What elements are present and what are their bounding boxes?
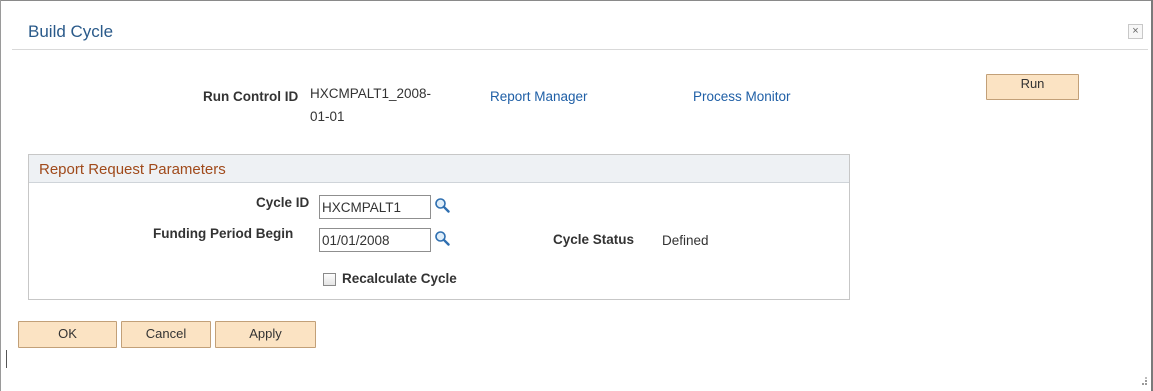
report-manager-link[interactable]: Report Manager xyxy=(490,89,588,104)
apply-button[interactable]: Apply xyxy=(215,321,316,348)
funding-period-begin-input[interactable] xyxy=(319,228,431,252)
recalculate-cycle-label: Recalculate Cycle xyxy=(342,271,457,286)
cancel-button[interactable]: Cancel xyxy=(121,321,211,348)
run-button[interactable]: Run xyxy=(986,74,1079,100)
funding-period-begin-label: Funding Period Begin xyxy=(153,226,294,241)
window-frame-top xyxy=(0,0,1153,1)
window-frame-marker xyxy=(6,350,7,368)
group-header: Report Request Parameters xyxy=(29,155,849,183)
cycle-status-value: Defined xyxy=(662,233,709,248)
run-control-id-label: Run Control ID xyxy=(203,89,299,104)
close-icon[interactable]: × xyxy=(1128,24,1143,39)
run-control-id-value-line2: 01-01 xyxy=(310,109,345,124)
run-control-id-value-line1: HXCMPALT1_2008- xyxy=(310,86,432,101)
cycle-id-lookup-icon[interactable] xyxy=(434,197,450,213)
cycle-status-label: Cycle Status xyxy=(553,232,635,247)
cycle-id-label: Cycle ID xyxy=(256,195,310,210)
window-frame-left xyxy=(0,0,1,391)
title-divider xyxy=(12,49,1148,50)
process-monitor-link[interactable]: Process Monitor xyxy=(693,89,791,104)
cycle-id-input[interactable] xyxy=(319,195,431,219)
dialog-title: Build Cycle xyxy=(28,22,114,41)
resize-grip-icon[interactable] xyxy=(1138,376,1148,386)
recalculate-cycle-checkbox[interactable] xyxy=(323,273,336,286)
group-title: Report Request Parameters xyxy=(39,161,226,178)
ok-button[interactable]: OK xyxy=(18,321,117,348)
funding-period-lookup-icon[interactable] xyxy=(434,230,450,246)
